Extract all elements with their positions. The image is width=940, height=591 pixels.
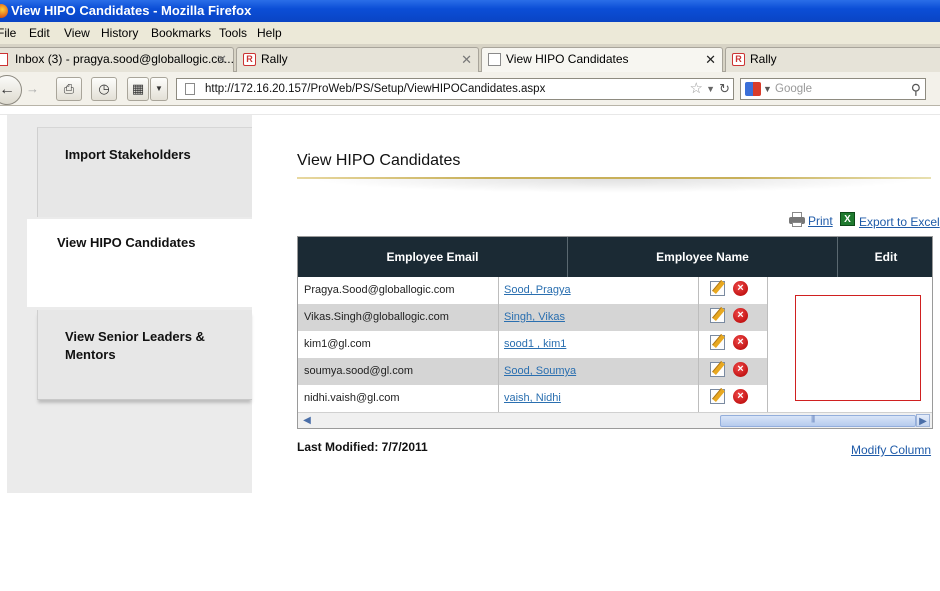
url-text: http://172.16.20.157/ProWeb/PS/Setup/Vie… [205, 83, 546, 95]
employee-email: kim1@gl.com [304, 338, 371, 350]
menu-view[interactable]: View [64, 22, 90, 44]
column-header-email[interactable]: Employee Email [298, 237, 568, 277]
employee-name-link[interactable]: sood1 , kim1 [504, 338, 566, 350]
employee-name-link[interactable]: Sood, Soumya [504, 365, 576, 377]
employee-name-link[interactable]: Singh, Vikas [504, 311, 565, 323]
title-shadow [310, 179, 920, 193]
employee-email: Pragya.Sood@globallogic.com [304, 284, 455, 296]
tab-view-hipo[interactable]: View HIPO Candidates ✕ [481, 47, 723, 73]
highlight-box [795, 295, 921, 401]
employee-email: soumya.sood@gl.com [304, 365, 413, 377]
grid-header: Employee Email Employee Name Edit [298, 237, 932, 277]
delete-icon[interactable]: × [733, 335, 748, 350]
rally-icon: R [243, 53, 256, 66]
url-dropdown-icon[interactable]: ▼ [706, 79, 715, 99]
candidates-grid: Employee Email Employee Name Edit Pragya… [297, 236, 933, 429]
tab-rally-2[interactable]: R Rally [725, 47, 940, 72]
scroll-left-icon[interactable]: ◀ [300, 414, 314, 427]
addon-button[interactable]: ▦ [127, 77, 149, 101]
search-placeholder: Google [775, 83, 813, 95]
employee-email: Vikas.Singh@globallogic.com [304, 311, 449, 323]
google-icon[interactable] [745, 82, 761, 96]
table-row: soumya.sood@gl.com Sood, Soumya × [298, 358, 768, 385]
delete-icon[interactable]: × [733, 281, 748, 296]
print-label[interactable]: Print [808, 214, 833, 228]
history-button[interactable]: ◷ [91, 77, 117, 101]
page-title: View HIPO Candidates [297, 152, 461, 169]
employee-name-link[interactable]: Sood, Pragya [504, 284, 571, 296]
table-row: kim1@gl.com sood1 , kim1 × [298, 331, 768, 358]
menu-help[interactable]: Help [257, 22, 282, 44]
menu-history[interactable]: History [101, 22, 138, 44]
close-icon[interactable]: ✕ [461, 48, 472, 71]
scrollbar-thumb[interactable] [720, 414, 916, 427]
printer-icon [789, 212, 805, 227]
menu-bookmarks[interactable]: Bookmarks [151, 22, 211, 44]
page-icon [488, 53, 501, 66]
menu-edit[interactable]: Edit [29, 22, 50, 44]
rally-icon: R [732, 53, 745, 66]
modify-column-link[interactable]: Modify Column [851, 443, 931, 457]
url-bar[interactable]: http://172.16.20.157/ProWeb/PS/Setup/Vie… [176, 78, 734, 100]
menu-tools[interactable]: Tools [219, 22, 247, 44]
search-input[interactable]: ▼ Google ⚲ [740, 78, 926, 100]
edit-icon[interactable] [710, 389, 725, 404]
sidebar: Import Stakeholders View HIPO Candidates… [7, 115, 252, 493]
window-title-bar: View HIPO Candidates - Mozilla Firefox [0, 0, 940, 22]
tab-bar: Inbox (3) - pragya.sood@globallogic.co..… [0, 44, 940, 73]
tab-label: Rally [750, 52, 777, 66]
delete-icon[interactable]: × [733, 389, 748, 404]
sidebar-item-view-senior-leaders[interactable]: View Senior Leaders & Mentors [37, 310, 252, 400]
chevron-down-icon[interactable]: ▼ [150, 77, 168, 101]
forward-button[interactable]: → [26, 81, 39, 96]
navigation-toolbar: ← → ⎙ ◷ ▦ ▼ http://172.16.20.157/ProWeb/… [0, 72, 940, 106]
sidebar-item-label: Import Stakeholders [65, 147, 191, 162]
close-icon[interactable]: ✕ [705, 48, 716, 71]
back-button[interactable]: ← [0, 75, 22, 105]
edit-icon[interactable] [710, 335, 725, 350]
edit-icon[interactable] [710, 362, 725, 377]
sidebar-item-view-hipo-candidates[interactable]: View HIPO Candidates [27, 219, 252, 307]
employee-name-link[interactable]: vaish, Nidhi [504, 392, 561, 404]
search-icon[interactable]: ⚲ [911, 79, 921, 99]
horizontal-scrollbar[interactable]: ◀ ▶ [298, 412, 932, 428]
close-icon[interactable]: ✕ [216, 48, 227, 71]
reload-icon[interactable]: ↻ [719, 79, 730, 99]
edit-icon[interactable] [710, 281, 725, 296]
edit-icon[interactable] [710, 308, 725, 323]
export-label[interactable]: Export to Excel [859, 215, 940, 229]
menu-file[interactable]: File [0, 22, 16, 44]
firefox-icon [0, 4, 8, 18]
tab-rally-1[interactable]: R Rally ✕ [236, 47, 479, 72]
employee-email: nidhi.vaish@gl.com [304, 392, 400, 404]
tab-label: View HIPO Candidates [506, 52, 629, 66]
table-row: Vikas.Singh@globallogic.com Singh, Vikas… [298, 304, 768, 331]
column-header-name[interactable]: Employee Name [568, 237, 838, 277]
menu-bar: File Edit View History Bookmarks Tools H… [0, 22, 940, 44]
column-header-edit[interactable]: Edit [838, 237, 932, 277]
tab-label: Inbox (3) - pragya.sood@globallogic.co..… [15, 52, 234, 66]
search-engine-dropdown-icon[interactable]: ▼ [763, 79, 772, 99]
tab-label: Rally [261, 52, 288, 66]
sidebar-item-import-stakeholders[interactable]: Import Stakeholders [37, 127, 252, 217]
delete-icon[interactable]: × [733, 308, 748, 323]
bookmark-star-icon[interactable]: ☆ [690, 79, 703, 99]
delete-icon[interactable]: × [733, 362, 748, 377]
sidebar-item-label: View Senior Leaders & Mentors [65, 329, 205, 362]
sidebar-item-label: View HIPO Candidates [57, 235, 196, 250]
excel-icon: X [840, 212, 855, 226]
page-icon [185, 83, 195, 95]
print-toolbar-button[interactable]: ⎙ [56, 77, 82, 101]
scroll-right-icon[interactable]: ▶ [916, 414, 930, 427]
last-modified-text: Last Modified: 7/7/2011 [297, 440, 428, 454]
window-title: View HIPO Candidates - Mozilla Firefox [11, 3, 252, 18]
table-row: Pragya.Sood@globallogic.com Sood, Pragya… [298, 277, 768, 304]
gmail-icon [0, 53, 8, 66]
table-row: nidhi.vaish@gl.com vaish, Nidhi × [298, 385, 768, 412]
tab-inbox[interactable]: Inbox (3) - pragya.sood@globallogic.co..… [0, 47, 234, 72]
